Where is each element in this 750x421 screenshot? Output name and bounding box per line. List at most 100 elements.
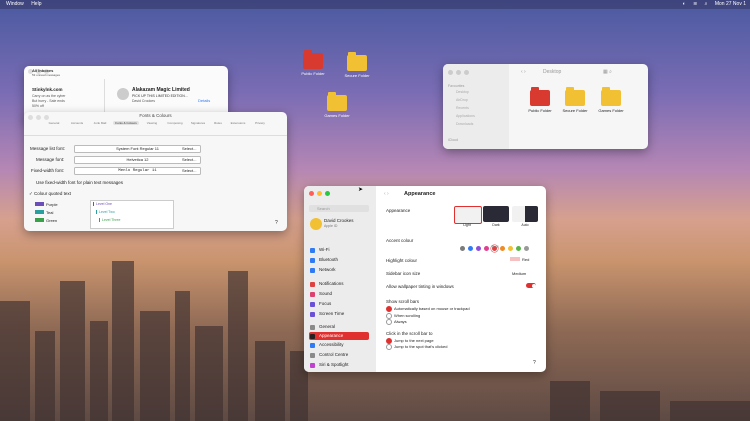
radio-label: When scrolling <box>394 313 421 319</box>
folder-icon <box>565 87 585 106</box>
message-font-label: Message font: <box>36 157 65 162</box>
control-centre-icon[interactable]: ◐ <box>683 1 686 7</box>
sidebar-item-label: Focus <box>319 301 332 306</box>
select-fixed-width-font-button[interactable]: Select... <box>182 168 196 173</box>
accessibility-icon <box>310 342 315 348</box>
accent-green[interactable] <box>516 246 521 251</box>
colour-name: Purple <box>46 202 58 207</box>
quote-colour-selectors: Purple Teal Green <box>35 201 87 225</box>
sidebar-item-network[interactable]: Network <box>309 266 369 274</box>
search-icon[interactable]: ⌕ <box>705 1 708 7</box>
finder-item-public-folder[interactable]: Public Folder <box>525 87 555 113</box>
sidebar-item-bluetooth[interactable]: Bluetooth <box>309 256 369 264</box>
sidebar-item-focus[interactable]: Focus <box>309 300 369 308</box>
quote-colour-select-level-one[interactable]: Purple <box>35 201 87 209</box>
sidebar-item-downloads[interactable]: Downloads <box>456 122 473 126</box>
sidebar-item-notifications[interactable]: Notifications <box>309 280 369 288</box>
folder-icon <box>327 92 347 111</box>
finder-item-secure-folder[interactable]: Secure Folder <box>560 87 590 113</box>
tab-viewing[interactable]: Viewing <box>142 121 162 125</box>
tab-signatures[interactable]: Signatures <box>188 121 208 125</box>
avatar[interactable] <box>310 218 322 230</box>
sidebar-item-control-centre[interactable]: Control Centre <box>309 351 369 359</box>
help-button[interactable]: ? <box>533 360 536 366</box>
tab-rules[interactable]: Rules <box>211 121 225 125</box>
sidebar-item-general[interactable]: General <box>309 323 369 331</box>
sidebar-item-sound[interactable]: Sound <box>309 290 369 298</box>
jump-spot-clicked-radio[interactable]: Jump to the spot that's clicked <box>386 344 447 350</box>
help-button[interactable]: ? <box>275 220 278 226</box>
desktop-games-folder[interactable]: Games Folder <box>317 92 357 118</box>
sidebar-item-siri-spotlight[interactable]: Siri & Spotlight <box>309 361 369 369</box>
quote-colour-select-level-three[interactable]: Green <box>35 217 87 225</box>
menu-help[interactable]: Help <box>31 1 41 7</box>
tab-junk-mail[interactable]: Junk Mail <box>90 121 110 125</box>
desktop-icon-label: Public Folder <box>301 71 325 76</box>
radio-label: Jump to the next page <box>394 338 434 344</box>
accent-multicolour[interactable] <box>460 246 465 251</box>
accent-graphite[interactable] <box>524 246 529 251</box>
quote-level-three: Level Three <box>99 218 120 222</box>
message-sender[interactable]: Stinkylnk.com <box>32 87 63 92</box>
tab-privacy[interactable]: Privacy <box>251 121 269 125</box>
sidebar-icon-size-select[interactable]: Medium <box>512 271 526 276</box>
wallpaper-tinting-label: Allow wallpaper tinting in windows <box>386 284 454 289</box>
menu-window[interactable]: Window <box>6 1 24 7</box>
sidebar-item-applications[interactable]: Applications <box>456 114 475 118</box>
tab-extensions[interactable]: Extensions <box>228 121 248 125</box>
accent-pink[interactable] <box>484 246 489 251</box>
scroll-automatic-radio[interactable]: Automatically based on mouse or trackpad <box>386 306 470 312</box>
sidebar-item-accessibility[interactable]: Accessibility <box>309 341 369 349</box>
scroll-always-radio[interactable]: Always <box>386 319 407 325</box>
page-title: Appearance <box>404 191 436 197</box>
sidebar-item-label: Siri & Spotlight <box>319 362 349 367</box>
user-name[interactable]: David Crookes <box>324 218 354 223</box>
folder-icon <box>303 50 323 69</box>
tab-accounts[interactable]: Accounts <box>67 121 87 125</box>
colour-quoted-checkbox[interactable]: ✓ Colour quoted text <box>29 191 71 197</box>
view-options-icon[interactable]: ▦ ⌕ <box>603 69 612 75</box>
settings-sidebar: Search David Crookes Apple ID Wi-Fi Blue… <box>304 186 376 372</box>
sidebar-item-desktop[interactable]: Desktop <box>456 90 469 94</box>
accent-colour-label: Accent colour <box>386 238 414 243</box>
select-message-list-font-button[interactable]: Select... <box>182 146 196 151</box>
finder-sidebar: Favourites Desktop AirDrop Recents Appli… <box>443 64 509 149</box>
select-message-font-button[interactable]: Select... <box>182 157 196 162</box>
sidebar-item-airdrop[interactable]: AirDrop <box>456 98 468 102</box>
show-scroll-bars-label: Show scroll bars <box>386 299 420 304</box>
details-link[interactable]: Details <box>198 98 210 103</box>
quote-colour-select-level-two[interactable]: Teal <box>35 209 87 217</box>
sidebar-item-label: Notifications <box>319 281 344 286</box>
finder-item-games-folder[interactable]: Games Folder <box>595 87 627 113</box>
window-controls <box>309 191 330 196</box>
clock[interactable]: Mon 27 Nov 1 <box>715 1 746 7</box>
user-subtitle: Apple ID <box>324 224 338 228</box>
sidebar-item-appearance[interactable]: Appearance <box>309 332 369 340</box>
theme-light-option[interactable] <box>454 206 482 224</box>
theme-dark-option[interactable] <box>483 206 509 222</box>
desktop-secure-folder[interactable]: Secure Folder <box>337 52 377 78</box>
tab-general[interactable]: General <box>44 121 64 125</box>
wifi-icon[interactable]: ≋ <box>693 1 697 7</box>
accent-orange[interactable] <box>500 246 505 251</box>
back-forward-icon[interactable]: ‹ › <box>521 69 526 75</box>
accent-purple[interactable] <box>476 246 481 251</box>
accent-yellow[interactable] <box>508 246 513 251</box>
theme-auto-option[interactable] <box>512 206 538 222</box>
desktop-icon-label: Secure Folder <box>344 73 370 78</box>
sidebar-item-recents[interactable]: Recents <box>456 106 469 110</box>
sidebar-item-label: Sound <box>319 291 333 296</box>
accent-blue[interactable] <box>468 246 473 251</box>
message-preview-line: Carry on as the cyber <box>32 94 66 98</box>
tab-fonts-colours[interactable]: Fonts & Colours <box>113 121 139 125</box>
system-settings-window: Search David Crookes Apple ID Wi-Fi Blue… <box>304 186 546 372</box>
sidebar-item-wifi[interactable]: Wi-Fi <box>309 246 369 254</box>
tab-composing[interactable]: Composing <box>165 121 185 125</box>
search-input[interactable]: Search <box>309 205 369 212</box>
fixed-width-checkbox[interactable]: Use fixed-width font for plain text mess… <box>36 180 123 185</box>
desktop-public-folder[interactable]: Public Folder <box>293 50 333 76</box>
sidebar-item-screen-time[interactable]: Screen Time <box>309 310 369 318</box>
back-forward-icon[interactable]: ‹ › <box>384 191 389 197</box>
wallpaper-tinting-toggle[interactable] <box>526 283 536 288</box>
highlight-colour-select[interactable]: Red <box>510 257 529 262</box>
